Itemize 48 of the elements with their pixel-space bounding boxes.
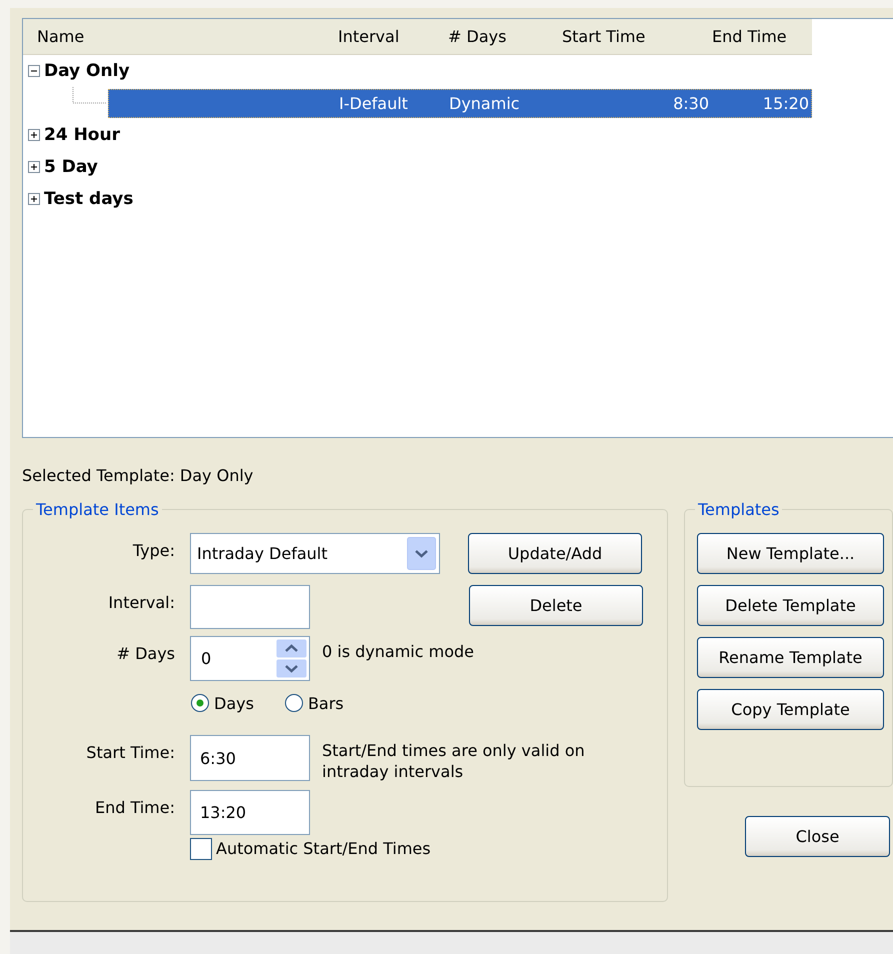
expand-icon[interactable] <box>28 129 40 141</box>
expand-icon[interactable] <box>28 161 40 173</box>
column-heading[interactable]: Name <box>23 27 338 46</box>
delete-button[interactable]: Delete <box>469 585 643 626</box>
field-label: Interval: <box>107 592 176 612</box>
group-title: Template Items <box>35 500 160 519</box>
tree-line <box>72 87 108 104</box>
collapse-icon[interactable] <box>28 65 40 77</box>
column-heading[interactable]: # Days <box>448 27 562 46</box>
tree-item[interactable]: Test days <box>44 189 134 209</box>
tree-item[interactable]: 24 Hour <box>44 125 120 145</box>
update-add-button[interactable]: Update/Add <box>468 533 642 574</box>
radio-button[interactable] <box>190 693 210 713</box>
template-button[interactable]: Delete Template <box>697 585 884 626</box>
tree-item[interactable]: 5 Day <box>44 157 98 177</box>
expand-icon[interactable] <box>28 193 40 205</box>
radio-label[interactable]: Days <box>214 694 254 712</box>
start-time-field[interactable]: 6:30 <box>190 735 310 781</box>
close-button[interactable]: Close <box>745 816 890 857</box>
template-button[interactable]: Rename Template <box>697 637 884 678</box>
column-heading[interactable]: End Time <box>712 27 812 46</box>
tree-item[interactable]: Day Only <box>44 61 130 81</box>
checkbox-label[interactable]: Automatic Start/End Times <box>216 839 431 858</box>
table-cell-text: 8:30 <box>672 94 710 112</box>
interval-field[interactable] <box>190 585 310 629</box>
field-label: End Time: <box>94 796 176 817</box>
field-label: # Days <box>116 643 176 663</box>
selected-template-label: Selected Template: Day Only <box>22 466 254 486</box>
end-time-field[interactable]: 13:20 <box>190 790 310 835</box>
template-button[interactable]: New Template... <box>697 533 884 574</box>
column-heading[interactable]: Interval <box>338 27 448 46</box>
table-cell-text: I-Default <box>339 94 409 112</box>
radio-button[interactable] <box>284 693 304 713</box>
tree-row[interactable]: I-Default Dynamic 8:30 15:20 <box>108 88 812 118</box>
checkbox[interactable] <box>190 838 212 860</box>
radio-label[interactable]: Bars <box>308 694 344 712</box>
hint-text: 0 is dynamic mode <box>322 641 475 663</box>
days-spinner[interactable]: 0 <box>190 636 310 681</box>
type-dropdown[interactable]: Intraday Default <box>190 533 440 574</box>
field-label: Start Time: <box>85 742 176 762</box>
field-label: Type: <box>132 540 176 560</box>
spin-arrows-icon[interactable] <box>276 639 307 678</box>
table-cell-text: Dynamic <box>449 94 521 112</box>
template-button[interactable]: Copy Template <box>697 689 884 730</box>
column-heading[interactable]: Start Time <box>562 27 712 46</box>
hint-text: Start/End times are only valid on intraday intervals <box>322 740 586 783</box>
table-cell-text: 15:20 <box>762 94 810 112</box>
group-title: Templates <box>697 500 780 519</box>
